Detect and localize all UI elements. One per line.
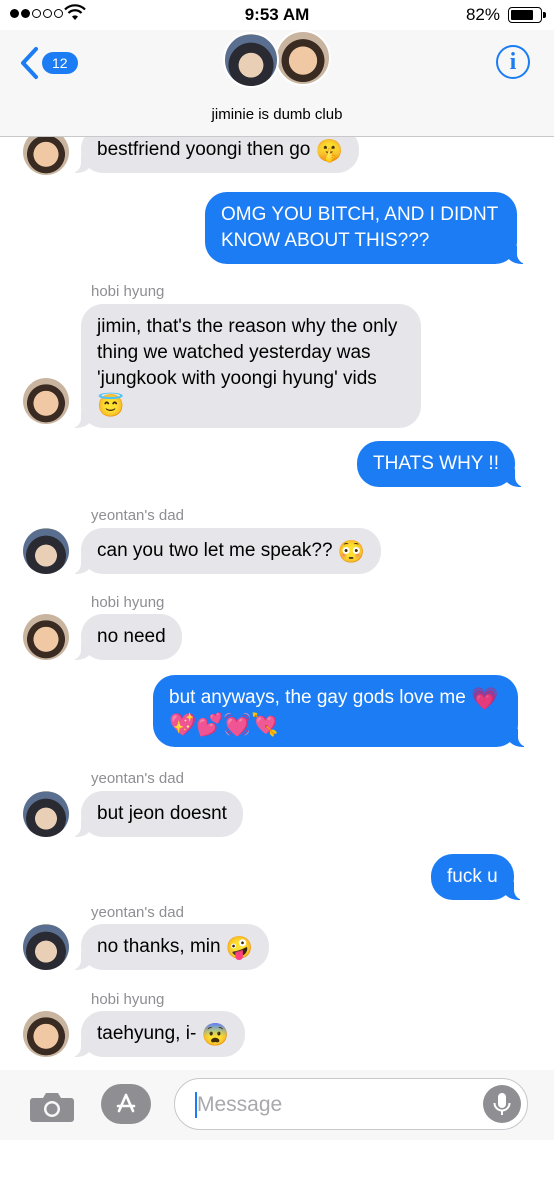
message-emoji-line: 💖💕💓💘 — [169, 712, 279, 737]
message-text: no need — [97, 626, 166, 647]
message-field[interactable] — [174, 1078, 528, 1130]
avatar — [23, 378, 69, 424]
message-bubble-outgoing[interactable]: fuck u — [431, 854, 524, 900]
message-text: bestfriend yoongi then go — [97, 139, 311, 160]
message-list[interactable]: bestfriend yoongi then go 🤫 OMG YOU BITC… — [0, 137, 554, 1070]
message-text: jimin, that's the reason why the only th… — [97, 316, 398, 389]
message-text: taehyung, i- — [97, 1023, 197, 1044]
unread-count-badge: 12 — [42, 52, 78, 74]
avatar — [275, 30, 331, 86]
message-emoji: 😳 — [337, 539, 366, 564]
sender-name: yeontan's dad — [91, 904, 184, 921]
message-bubble-incoming[interactable]: no need — [71, 614, 182, 660]
info-icon[interactable]: i — [496, 45, 530, 79]
battery-icon — [508, 7, 546, 23]
avatar — [23, 137, 69, 175]
message-emoji: 😨 — [201, 1022, 229, 1047]
battery-percent: 82% — [465, 5, 500, 24]
message-bubble-outgoing[interactable]: OMG YOU BITCH, AND I DIDNT KNOW ABOUT TH… — [205, 192, 527, 264]
avatar — [223, 32, 279, 88]
message-emoji: 🤪 — [225, 935, 254, 960]
message-bubble-incoming[interactable]: can you two let me speak?? 😳 — [70, 528, 382, 574]
message-bubble-outgoing[interactable]: THATS WHY !! — [357, 441, 525, 487]
sender-name: hobi hyung — [91, 283, 165, 300]
message-emoji: 😇 — [97, 393, 125, 418]
message-input[interactable] — [195, 1089, 469, 1121]
message-text: but jeon doesnt — [97, 803, 227, 824]
avatar — [23, 791, 69, 837]
avatar — [23, 614, 69, 660]
message-bubble-incoming[interactable]: taehyung, i- 😨 — [71, 1011, 245, 1057]
sender-name: hobi hyung — [91, 991, 165, 1008]
avatar — [23, 924, 69, 970]
message-emoji: 💗 — [471, 686, 499, 711]
message-emoji: 🤫 — [315, 138, 344, 163]
message-bubble-outgoing[interactable]: but anyways, the gay gods love me 💗 💖💕💓💘 — [153, 675, 528, 747]
conversation-header: 12 jiminie is dumb club i — [0, 30, 554, 137]
chevron-left-icon — [21, 47, 38, 79]
sender-name: hobi hyung — [91, 594, 165, 611]
sender-name: yeontan's dad — [91, 507, 184, 524]
message-bubble-incoming[interactable]: bestfriend yoongi then go 🤫 — [70, 137, 360, 173]
compose-bar — [0, 1070, 554, 1140]
group-name[interactable]: jiminie is dumb club — [0, 106, 554, 123]
camera-icon[interactable] — [30, 1092, 74, 1122]
message-bubble-incoming[interactable]: jimin, that's the reason why the only th… — [71, 304, 421, 428]
group-avatars[interactable] — [223, 30, 333, 92]
message-bubble-incoming[interactable]: no thanks, min 🤪 — [70, 924, 270, 970]
app-store-icon[interactable] — [101, 1084, 151, 1124]
message-text: no thanks, min — [97, 936, 221, 957]
message-text: fuck u — [447, 866, 498, 887]
back-button[interactable]: 12 — [18, 46, 78, 80]
message-bubble-incoming[interactable]: but jeon doesnt — [71, 791, 243, 837]
sender-name: yeontan's dad — [91, 770, 184, 787]
message-text: can you two let me speak?? — [97, 540, 333, 561]
avatar — [23, 528, 69, 574]
status-bar: 9:53 AM 82% — [0, 0, 554, 30]
avatar — [23, 1011, 69, 1057]
microphone-icon[interactable] — [483, 1085, 521, 1123]
message-text: OMG YOU BITCH, AND I DIDNT KNOW ABOUT TH… — [221, 204, 498, 251]
message-text: THATS WHY !! — [373, 453, 499, 474]
message-text: but anyways, the gay gods love me — [169, 687, 466, 708]
